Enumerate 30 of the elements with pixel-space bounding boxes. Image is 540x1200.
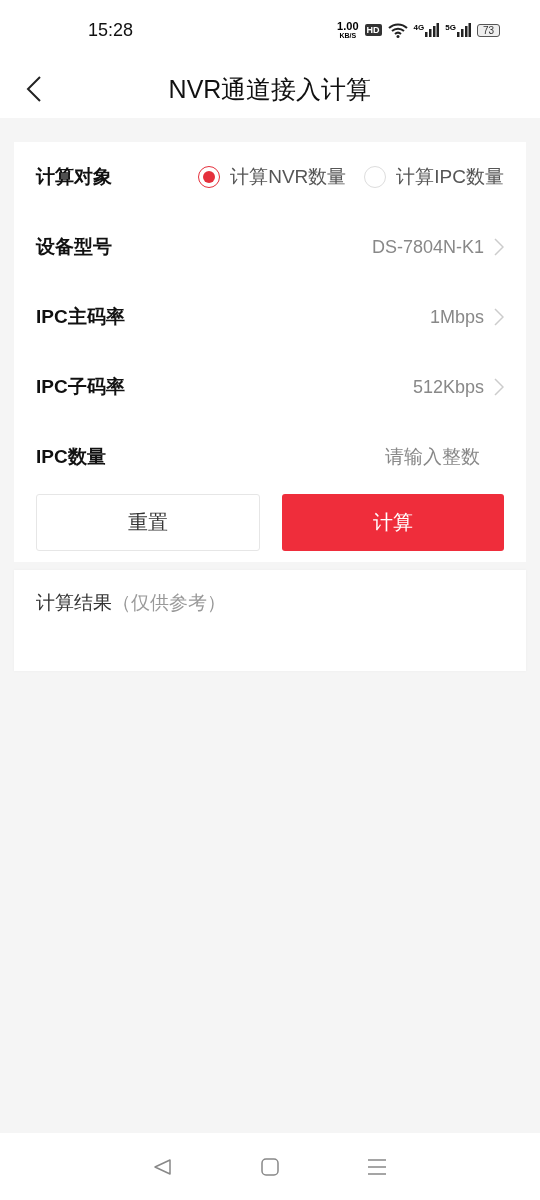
select-value[interactable]: 1Mbps <box>429 306 484 328</box>
page-title: NVR通道接入计算 <box>168 73 372 105</box>
select-value[interactable]: DS-7804N-K1 <box>371 236 484 258</box>
network-type: 5G <box>445 23 456 32</box>
input-field[interactable]: 请输入整数 <box>318 445 482 469</box>
battery-level: 73 <box>476 23 500 37</box>
result-heading: 计算结果（仅供参考） <box>36 591 227 615</box>
home-icon[interactable] <box>260 1156 280 1177</box>
wifi-icon <box>387 22 408 38</box>
select-value[interactable]: 512Kbps <box>412 376 484 398</box>
network-type: 4G <box>413 23 425 32</box>
field-label: IPC子码率 <box>36 375 126 399</box>
signal-icon <box>456 23 471 37</box>
chevron-right-icon <box>494 238 504 256</box>
calculate-button[interactable]: 计算 <box>282 494 504 551</box>
back-icon[interactable] <box>26 76 42 102</box>
menu-icon[interactable] <box>366 1156 387 1177</box>
field-label: 计算对象 <box>36 165 113 189</box>
status-time: 15:28 <box>88 19 134 41</box>
reset-button[interactable]: 重置 <box>36 494 260 551</box>
chevron-right-icon <box>494 378 504 396</box>
network-speed: 1.00 <box>337 21 359 32</box>
field-label: IPC数量 <box>36 445 107 469</box>
field-label: IPC主码率 <box>36 305 126 329</box>
radio-option[interactable]: 计算IPC数量 <box>364 164 504 190</box>
chevron-right-icon <box>494 308 504 326</box>
signal-icon <box>425 23 440 37</box>
radio-option[interactable]: 计算NVR数量 <box>198 164 347 190</box>
field-label: 设备型号 <box>36 235 113 259</box>
hd-badge: HD <box>364 24 382 36</box>
